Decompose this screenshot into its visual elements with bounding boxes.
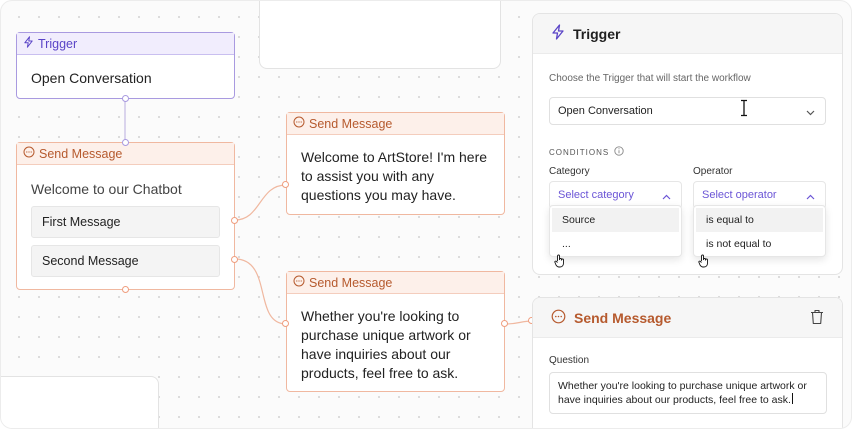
- second-message-port[interactable]: [231, 256, 238, 263]
- text-caret: [791, 393, 793, 404]
- question-line-wrap: have inquiries about our products, feel …: [558, 393, 818, 407]
- chevron-down-icon: [806, 107, 815, 119]
- message-node-2-input-port[interactable]: [282, 320, 289, 327]
- hand-cursor-icon: [554, 254, 566, 273]
- conditions-heading: CONDITIONS: [549, 143, 624, 161]
- question-textarea[interactable]: Whether you're looking to purchase uniqu…: [549, 372, 827, 414]
- lightning-icon: [551, 24, 565, 43]
- message-panel-title: Send Message: [574, 309, 672, 326]
- message-node-1-text: Welcome to ArtStore! I'm here to assist …: [301, 148, 487, 205]
- hand-cursor-icon: [698, 254, 710, 273]
- message-panel-header: Send Message: [533, 298, 842, 338]
- conditions-label: CONDITIONS: [549, 147, 610, 157]
- message-node-2[interactable]: Send Message Whether you're looking to p…: [286, 271, 505, 392]
- operator-label: Operator: [693, 166, 733, 177]
- chat-bubble-icon: [23, 146, 35, 161]
- chat-bubble-icon: [293, 275, 305, 290]
- info-icon[interactable]: [614, 143, 624, 161]
- lightning-icon: [23, 36, 34, 51]
- message-node-2-text: Whether you're looking to purchase uniqu…: [301, 307, 471, 383]
- message-node-1-line: to assist you with any: [301, 168, 435, 184]
- category-option-source[interactable]: Source: [552, 208, 679, 232]
- trigger-node[interactable]: Trigger Open Conversation: [16, 32, 235, 99]
- first-message-port[interactable]: [231, 217, 238, 224]
- message-node-2-line: have inquiries about our: [301, 346, 451, 362]
- trigger-select-value: Open Conversation: [558, 105, 653, 117]
- trigger-node-title: Trigger: [38, 36, 78, 51]
- chatbot-node-header: Send Message: [17, 143, 234, 165]
- chatbot-message-node[interactable]: Send Message Welcome to our Chatbot Firs…: [16, 142, 235, 290]
- trigger-output-port[interactable]: [122, 95, 129, 102]
- message-node-1-header: Send Message: [287, 113, 504, 135]
- chatbot-input-port[interactable]: [122, 139, 129, 146]
- chat-bubble-icon: [293, 116, 305, 131]
- second-message-button[interactable]: Second Message: [31, 245, 220, 277]
- message-node-2-output-port[interactable]: [501, 320, 508, 327]
- category-label: Category: [549, 166, 590, 177]
- trigger-panel-title: Trigger: [573, 25, 621, 42]
- chatbot-output-port[interactable]: [122, 286, 129, 293]
- message-node-2-line: Whether you're looking to: [301, 308, 460, 324]
- message-node-2-line: products, feel free to ask.: [301, 365, 459, 381]
- trigger-select[interactable]: Open Conversation: [549, 97, 826, 125]
- chatbot-node-title: Send Message: [39, 146, 123, 161]
- message-node-1-line: questions you may have.: [301, 187, 456, 203]
- trigger-panel-header: Trigger: [533, 14, 842, 54]
- chatbot-node-text: Welcome to our Chatbot: [31, 181, 182, 197]
- operator-placeholder: Select operator: [702, 189, 777, 201]
- trigger-node-header: Trigger: [17, 33, 234, 55]
- message-node-2-header: Send Message: [287, 272, 504, 294]
- question-line: have inquiries about our products, feel …: [558, 394, 791, 406]
- chevron-up-icon: [806, 191, 815, 203]
- message-panel: Send Message Question Whether you're loo…: [532, 297, 843, 428]
- category-option-more[interactable]: ...: [552, 232, 679, 256]
- message-node-1-title: Send Message: [309, 116, 393, 131]
- category-placeholder: Select category: [558, 189, 634, 201]
- question-label: Question: [549, 355, 590, 366]
- operator-option-equal[interactable]: is equal to: [696, 208, 823, 232]
- category-dropdown: Source ...: [549, 205, 682, 257]
- message-node-1-input-port[interactable]: [282, 181, 289, 188]
- chat-bubble-icon: [551, 309, 566, 327]
- trash-icon[interactable]: [810, 309, 824, 328]
- workflow-canvas[interactable]: Trigger Open Conversation Send Message W…: [0, 0, 852, 429]
- chevron-up-icon: [662, 191, 671, 203]
- trigger-node-value: Open Conversation: [31, 70, 152, 86]
- trigger-panel-description: Choose the Trigger that will start the w…: [549, 73, 751, 84]
- first-message-button[interactable]: First Message: [31, 206, 220, 238]
- message-node-1-line: Welcome to ArtStore! I'm here: [301, 149, 488, 165]
- operator-dropdown: is equal to is not equal to: [693, 205, 826, 257]
- message-node-2-title: Send Message: [309, 275, 393, 290]
- question-line: Whether you're looking to purchase uniqu…: [558, 380, 807, 392]
- message-node-2-line: purchase unique artwork or: [301, 327, 471, 343]
- message-node-1[interactable]: Send Message Welcome to ArtStore! I'm he…: [286, 112, 505, 215]
- operator-option-not-equal[interactable]: is not equal to: [696, 232, 823, 256]
- text-cursor-icon: [739, 99, 749, 122]
